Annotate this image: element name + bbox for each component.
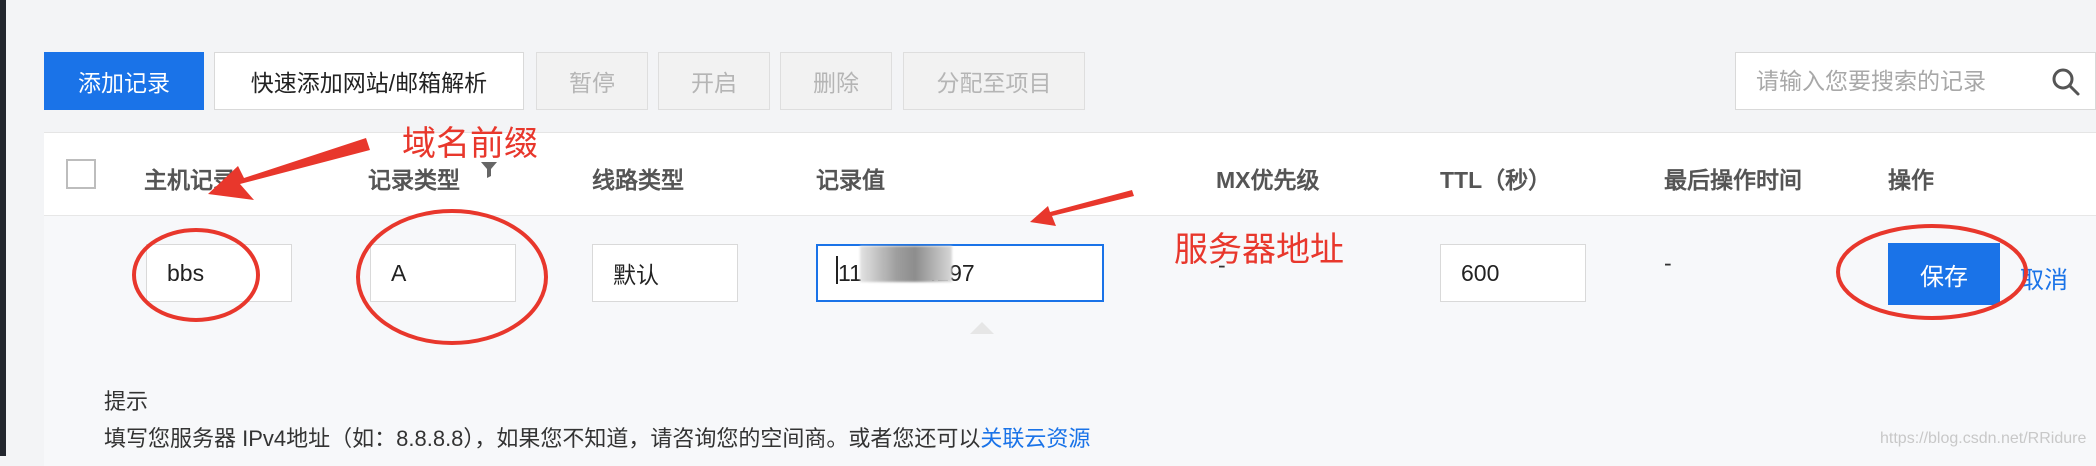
- tip-text: 填写您服务器 IPv4地址（如：8.8.8.8），如果您不知道，请咨询您的空间商…: [104, 421, 1090, 453]
- link-cloud-resources[interactable]: 关联云资源: [980, 426, 1090, 451]
- cancel-link[interactable]: 取消: [2020, 260, 2068, 295]
- enable-button[interactable]: 开启: [658, 52, 770, 110]
- line-type-select[interactable]: 默认: [592, 244, 738, 302]
- header-host: 主机记录: [144, 167, 236, 193]
- annotation-server-address: 服务器地址: [1174, 231, 1344, 269]
- left-edge-bar: [0, 0, 6, 456]
- header-type: 记录类型: [368, 167, 460, 193]
- delete-button[interactable]: 删除: [780, 52, 892, 110]
- annotation-domain-prefix: 域名前缀: [402, 125, 538, 163]
- host-record-input[interactable]: bbs: [146, 244, 292, 302]
- select-all-checkbox[interactable]: [66, 159, 96, 189]
- search-box: [1735, 52, 2096, 110]
- header-mx: MX优先级: [1216, 167, 1320, 193]
- add-record-button[interactable]: 添加记录: [44, 52, 204, 110]
- table-header: 主机记录 记录类型 线路类型 记录值 MX优先级 TTL（秒） 最后操作时间 操…: [44, 133, 2096, 216]
- header-actions: 操作: [1888, 167, 1934, 193]
- redaction-blur: [860, 246, 952, 282]
- last-op-value: -: [1664, 250, 1672, 276]
- tip-body: 填写您服务器 IPv4地址（如：8.8.8.8），如果您不知道，请咨询您的空间商…: [104, 426, 981, 451]
- ttl-input[interactable]: 600: [1440, 244, 1586, 302]
- assign-project-button[interactable]: 分配至项目: [903, 52, 1085, 110]
- header-ttl: TTL（秒）: [1440, 167, 1552, 193]
- watermark: https://blog.csdn.net/RRidure: [1880, 430, 2087, 447]
- text-cursor: [836, 256, 838, 284]
- search-icon[interactable]: [2051, 67, 2081, 97]
- record-value-prefix: 11: [838, 259, 862, 286]
- record-type-select[interactable]: A: [370, 244, 516, 302]
- tip-title: 提示: [104, 389, 149, 414]
- pause-button[interactable]: 暂停: [536, 52, 648, 110]
- header-last-op: 最后操作时间: [1664, 167, 1802, 193]
- header-value: 记录值: [816, 167, 885, 193]
- search-input[interactable]: [1736, 67, 2056, 95]
- tooltip-caret: [970, 322, 994, 334]
- header-line: 线路类型: [592, 167, 684, 193]
- save-button[interactable]: 保存: [1888, 243, 2000, 305]
- quick-add-button[interactable]: 快速添加网站/邮箱解析: [214, 52, 524, 110]
